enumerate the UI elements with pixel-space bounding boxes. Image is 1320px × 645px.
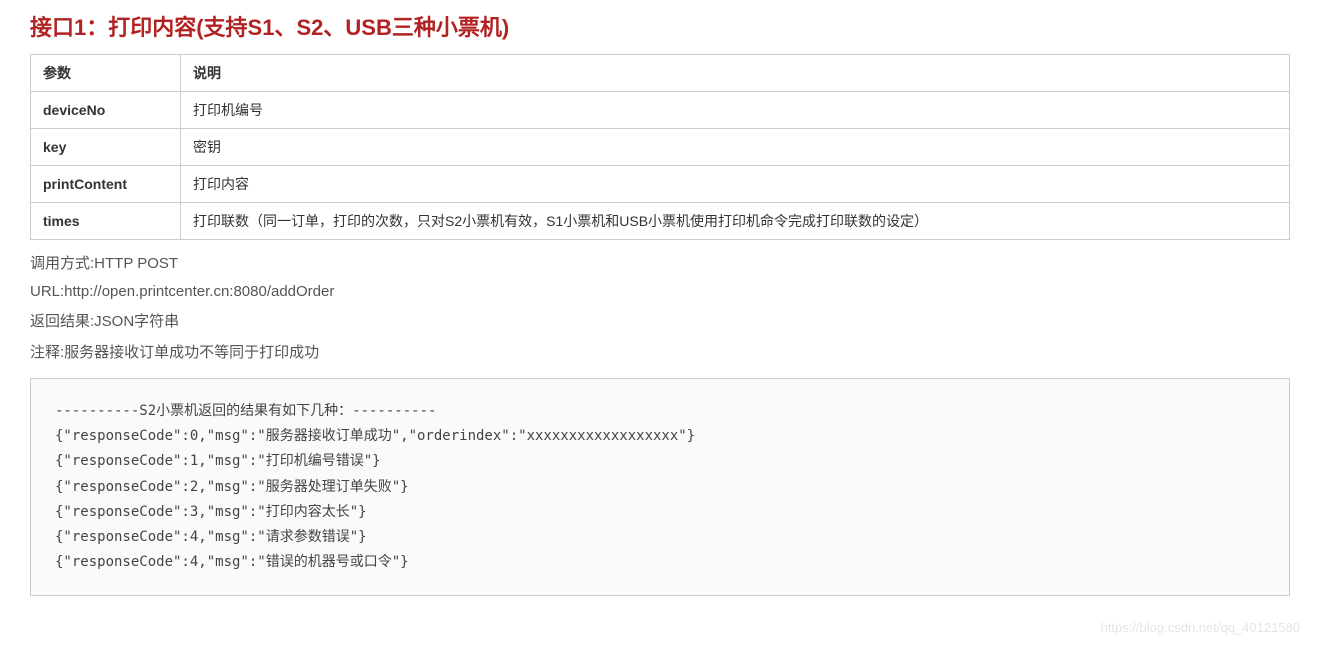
param-name-cell: deviceNo	[31, 92, 181, 129]
method-line: 调用方式:HTTP POST	[30, 252, 1290, 273]
table-row: deviceNo 打印机编号	[31, 92, 1290, 129]
result-line: 返回结果:JSON字符串	[30, 310, 1290, 331]
watermark: https://blog.csdn.net/qq_40121580	[1101, 620, 1301, 635]
code-block: ----------S2小票机返回的结果有如下几种：---------- {"r…	[30, 378, 1290, 596]
params-table: 参数 说明 deviceNo 打印机编号 key 密钥 printContent…	[30, 54, 1290, 240]
param-name-cell: printContent	[31, 166, 181, 203]
code-line: {"responseCode":3,"msg":"打印内容太长"}	[55, 500, 1265, 525]
param-desc-cell: 打印机编号	[181, 92, 1290, 129]
table-header-param: 参数	[31, 55, 181, 92]
param-desc-cell: 打印内容	[181, 166, 1290, 203]
code-line: ----------S2小票机返回的结果有如下几种：----------	[55, 399, 1265, 424]
code-line: {"responseCode":4,"msg":"请求参数错误"}	[55, 525, 1265, 550]
code-line: {"responseCode":2,"msg":"服务器处理订单失败"}	[55, 475, 1265, 500]
table-row: times 打印联数（同一订单，打印的次数，只对S2小票机有效，S1小票机和US…	[31, 203, 1290, 240]
param-desc-cell: 密钥	[181, 129, 1290, 166]
param-desc-cell: 打印联数（同一订单，打印的次数，只对S2小票机有效，S1小票机和USB小票机使用…	[181, 203, 1290, 240]
note-line: 注释:服务器接收订单成功不等同于打印成功	[30, 341, 1290, 362]
code-line: {"responseCode":4,"msg":"错误的机器号或口令"}	[55, 550, 1265, 575]
code-line: {"responseCode":0,"msg":"服务器接收订单成功","ord…	[55, 424, 1265, 449]
table-header-desc: 说明	[181, 55, 1290, 92]
page-heading: 接口1：打印内容(支持S1、S2、USB三种小票机)	[30, 10, 1290, 42]
table-row: key 密钥	[31, 129, 1290, 166]
table-header-row: 参数 说明	[31, 55, 1290, 92]
table-row: printContent 打印内容	[31, 166, 1290, 203]
param-name-cell: times	[31, 203, 181, 240]
param-name-cell: key	[31, 129, 181, 166]
code-line: {"responseCode":1,"msg":"打印机编号错误"}	[55, 449, 1265, 474]
url-line: URL:http://open.printcenter.cn:8080/addO…	[30, 283, 1290, 300]
